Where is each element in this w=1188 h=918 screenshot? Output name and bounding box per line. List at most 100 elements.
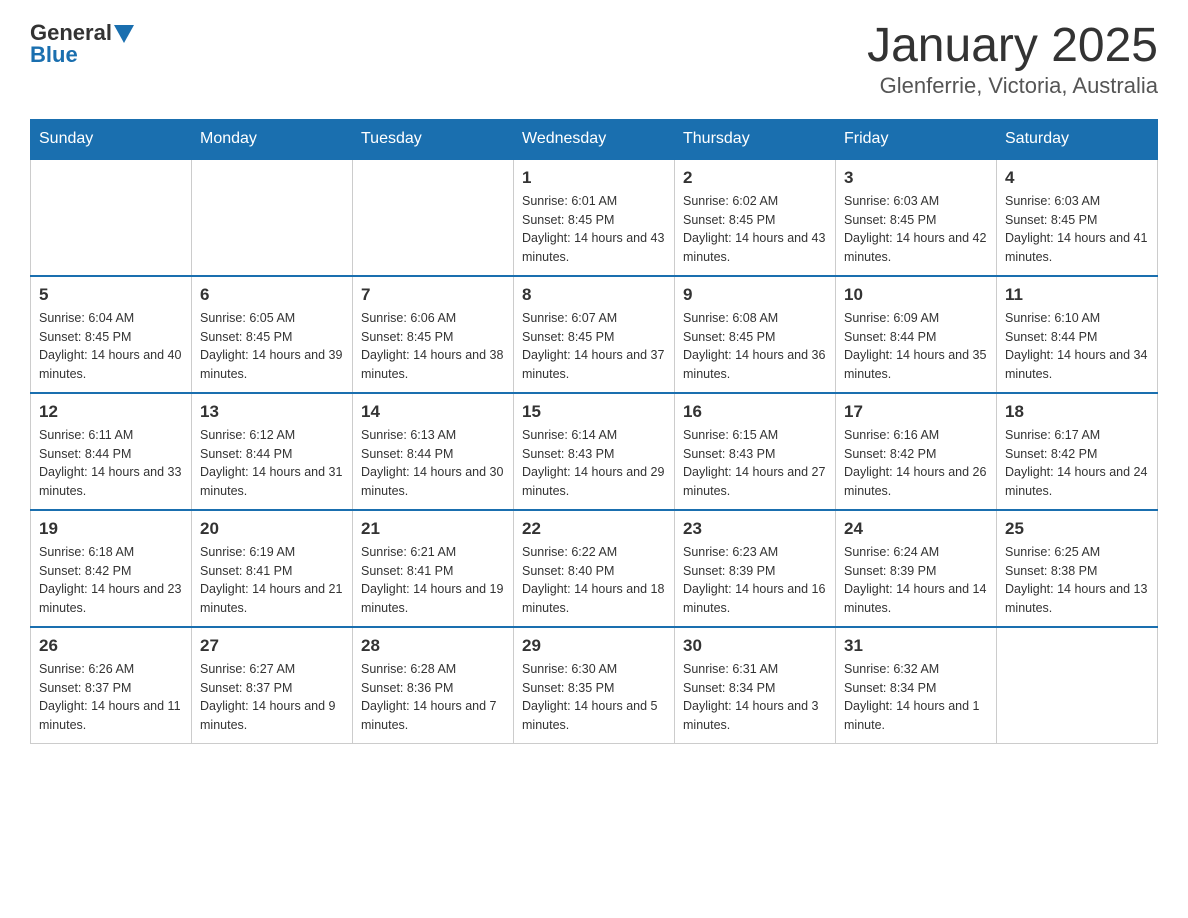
day-number: 24: [844, 519, 988, 539]
calendar-cell: 6Sunrise: 6:05 AMSunset: 8:45 PMDaylight…: [192, 276, 353, 393]
calendar-cell: 15Sunrise: 6:14 AMSunset: 8:43 PMDayligh…: [514, 393, 675, 510]
calendar-cell: 28 Sunrise: 6:28 AMSunset: 8:36 PMDayligh…: [353, 627, 514, 744]
day-info: Sunrise: 6:11 AMSunset: 8:44 PMDaylight:…: [39, 426, 183, 501]
calendar-cell: 26 Sunrise: 6:26 AMSunset: 8:37 PMDayligh…: [31, 627, 192, 744]
calendar-cell: 20Sunrise: 6:19 AMSunset: 8:41 PMDayligh…: [192, 510, 353, 627]
calendar-cell: 22 Sunrise: 6:22 AMSunset: 8:40 PMDayligh…: [514, 510, 675, 627]
page-subtitle: Glenferrie, Victoria, Australia: [867, 73, 1158, 99]
calendar-cell: [192, 159, 353, 276]
calendar-cell: 17Sunrise: 6:16 AMSunset: 8:42 PMDayligh…: [836, 393, 997, 510]
week-row-3: 12 Sunrise: 6:11 AMSunset: 8:44 PMDayligh…: [31, 393, 1158, 510]
calendar-cell: 21 Sunrise: 6:21 AMSunset: 8:41 PMDayligh…: [353, 510, 514, 627]
calendar-cell: 10 Sunrise: 6:09 AMSunset: 8:44 PMDayligh…: [836, 276, 997, 393]
calendar-cell: 4 Sunrise: 6:03 AMSunset: 8:45 PMDaylight…: [997, 159, 1158, 276]
day-number: 3: [844, 168, 988, 188]
calendar-cell: 24 Sunrise: 6:24 AMSunset: 8:39 PMDayligh…: [836, 510, 997, 627]
calendar-cell: 16 Sunrise: 6:15 AMSunset: 8:43 PMDayligh…: [675, 393, 836, 510]
calendar-cell: 11Sunrise: 6:10 AMSunset: 8:44 PMDayligh…: [997, 276, 1158, 393]
day-info: Sunrise: 6:21 AMSunset: 8:41 PMDaylight:…: [361, 543, 505, 618]
calendar-cell: 8Sunrise: 6:07 AMSunset: 8:45 PMDaylight…: [514, 276, 675, 393]
week-row-5: 26 Sunrise: 6:26 AMSunset: 8:37 PMDayligh…: [31, 627, 1158, 744]
calendar-cell: 31 Sunrise: 6:32 AMSunset: 8:34 PMDayligh…: [836, 627, 997, 744]
day-info: Sunrise: 6:27 AMSunset: 8:37 PMDaylight:…: [200, 660, 344, 735]
day-info: Sunrise: 6:05 AMSunset: 8:45 PMDaylight:…: [200, 309, 344, 384]
calendar-cell: [997, 627, 1158, 744]
day-number: 5: [39, 285, 183, 305]
calendar-cell: 25 Sunrise: 6:25 AMSunset: 8:38 PMDayligh…: [997, 510, 1158, 627]
day-info: Sunrise: 6:22 AMSunset: 8:40 PMDaylight:…: [522, 543, 666, 618]
day-number: 9: [683, 285, 827, 305]
calendar-cell: 29 Sunrise: 6:30 AMSunset: 8:35 PMDayligh…: [514, 627, 675, 744]
header-tuesday: Tuesday: [353, 119, 514, 159]
day-info: Sunrise: 6:28 AMSunset: 8:36 PMDaylight:…: [361, 660, 505, 735]
calendar-header-row: SundayMondayTuesdayWednesdayThursdayFrid…: [31, 119, 1158, 159]
day-number: 18: [1005, 402, 1149, 422]
day-info: Sunrise: 6:30 AMSunset: 8:35 PMDaylight:…: [522, 660, 666, 735]
logo: General Blue: [30, 20, 134, 68]
page-header: General Blue January 2025 Glenferrie, Vi…: [30, 20, 1158, 99]
calendar-cell: [353, 159, 514, 276]
header-monday: Monday: [192, 119, 353, 159]
day-number: 7: [361, 285, 505, 305]
day-number: 21: [361, 519, 505, 539]
calendar-cell: 27 Sunrise: 6:27 AMSunset: 8:37 PMDayligh…: [192, 627, 353, 744]
day-number: 14: [361, 402, 505, 422]
day-number: 2: [683, 168, 827, 188]
day-number: 12: [39, 402, 183, 422]
day-info: Sunrise: 6:25 AMSunset: 8:38 PMDaylight:…: [1005, 543, 1149, 618]
header-thursday: Thursday: [675, 119, 836, 159]
day-number: 4: [1005, 168, 1149, 188]
header-sunday: Sunday: [31, 119, 192, 159]
calendar-cell: 13 Sunrise: 6:12 AMSunset: 8:44 PMDayligh…: [192, 393, 353, 510]
logo-blue-text: Blue: [30, 42, 78, 68]
day-number: 25: [1005, 519, 1149, 539]
day-info: Sunrise: 6:13 AMSunset: 8:44 PMDaylight:…: [361, 426, 505, 501]
day-info: Sunrise: 6:01 AMSunset: 8:45 PMDaylight:…: [522, 192, 666, 267]
day-info: Sunrise: 6:24 AMSunset: 8:39 PMDaylight:…: [844, 543, 988, 618]
day-number: 8: [522, 285, 666, 305]
day-info: Sunrise: 6:26 AMSunset: 8:37 PMDaylight:…: [39, 660, 183, 735]
day-info: Sunrise: 6:31 AMSunset: 8:34 PMDaylight:…: [683, 660, 827, 735]
day-number: 10: [844, 285, 988, 305]
calendar-cell: 2 Sunrise: 6:02 AMSunset: 8:45 PMDaylight…: [675, 159, 836, 276]
header-wednesday: Wednesday: [514, 119, 675, 159]
day-number: 29: [522, 636, 666, 656]
calendar-cell: 14 Sunrise: 6:13 AMSunset: 8:44 PMDayligh…: [353, 393, 514, 510]
day-info: Sunrise: 6:04 AMSunset: 8:45 PMDaylight:…: [39, 309, 183, 384]
day-number: 16: [683, 402, 827, 422]
day-number: 17: [844, 402, 988, 422]
day-number: 23: [683, 519, 827, 539]
header-saturday: Saturday: [997, 119, 1158, 159]
day-number: 27: [200, 636, 344, 656]
calendar-cell: 1 Sunrise: 6:01 AMSunset: 8:45 PMDaylight…: [514, 159, 675, 276]
day-number: 28: [361, 636, 505, 656]
day-info: Sunrise: 6:15 AMSunset: 8:43 PMDaylight:…: [683, 426, 827, 501]
calendar-cell: 30Sunrise: 6:31 AMSunset: 8:34 PMDayligh…: [675, 627, 836, 744]
day-info: Sunrise: 6:02 AMSunset: 8:45 PMDaylight:…: [683, 192, 827, 267]
day-info: Sunrise: 6:06 AMSunset: 8:45 PMDaylight:…: [361, 309, 505, 384]
day-number: 13: [200, 402, 344, 422]
week-row-4: 19Sunrise: 6:18 AMSunset: 8:42 PMDayligh…: [31, 510, 1158, 627]
day-number: 22: [522, 519, 666, 539]
day-number: 31: [844, 636, 988, 656]
calendar-table: SundayMondayTuesdayWednesdayThursdayFrid…: [30, 119, 1158, 744]
calendar-cell: 5 Sunrise: 6:04 AMSunset: 8:45 PMDaylight…: [31, 276, 192, 393]
day-number: 26: [39, 636, 183, 656]
day-number: 1: [522, 168, 666, 188]
title-section: January 2025 Glenferrie, Victoria, Austr…: [867, 20, 1158, 99]
day-info: Sunrise: 6:09 AMSunset: 8:44 PMDaylight:…: [844, 309, 988, 384]
calendar-cell: 9Sunrise: 6:08 AMSunset: 8:45 PMDaylight…: [675, 276, 836, 393]
day-number: 19: [39, 519, 183, 539]
calendar-cell: 23 Sunrise: 6:23 AMSunset: 8:39 PMDayligh…: [675, 510, 836, 627]
day-info: Sunrise: 6:03 AMSunset: 8:45 PMDaylight:…: [844, 192, 988, 267]
day-info: Sunrise: 6:17 AMSunset: 8:42 PMDaylight:…: [1005, 426, 1149, 501]
day-info: Sunrise: 6:14 AMSunset: 8:43 PMDaylight:…: [522, 426, 666, 501]
day-info: Sunrise: 6:32 AMSunset: 8:34 PMDaylight:…: [844, 660, 988, 735]
calendar-cell: 18 Sunrise: 6:17 AMSunset: 8:42 PMDayligh…: [997, 393, 1158, 510]
calendar-cell: 19Sunrise: 6:18 AMSunset: 8:42 PMDayligh…: [31, 510, 192, 627]
day-info: Sunrise: 6:12 AMSunset: 8:44 PMDaylight:…: [200, 426, 344, 501]
day-info: Sunrise: 6:23 AMSunset: 8:39 PMDaylight:…: [683, 543, 827, 618]
week-row-1: 1 Sunrise: 6:01 AMSunset: 8:45 PMDaylight…: [31, 159, 1158, 276]
calendar-cell: 12 Sunrise: 6:11 AMSunset: 8:44 PMDayligh…: [31, 393, 192, 510]
day-info: Sunrise: 6:03 AMSunset: 8:45 PMDaylight:…: [1005, 192, 1149, 267]
